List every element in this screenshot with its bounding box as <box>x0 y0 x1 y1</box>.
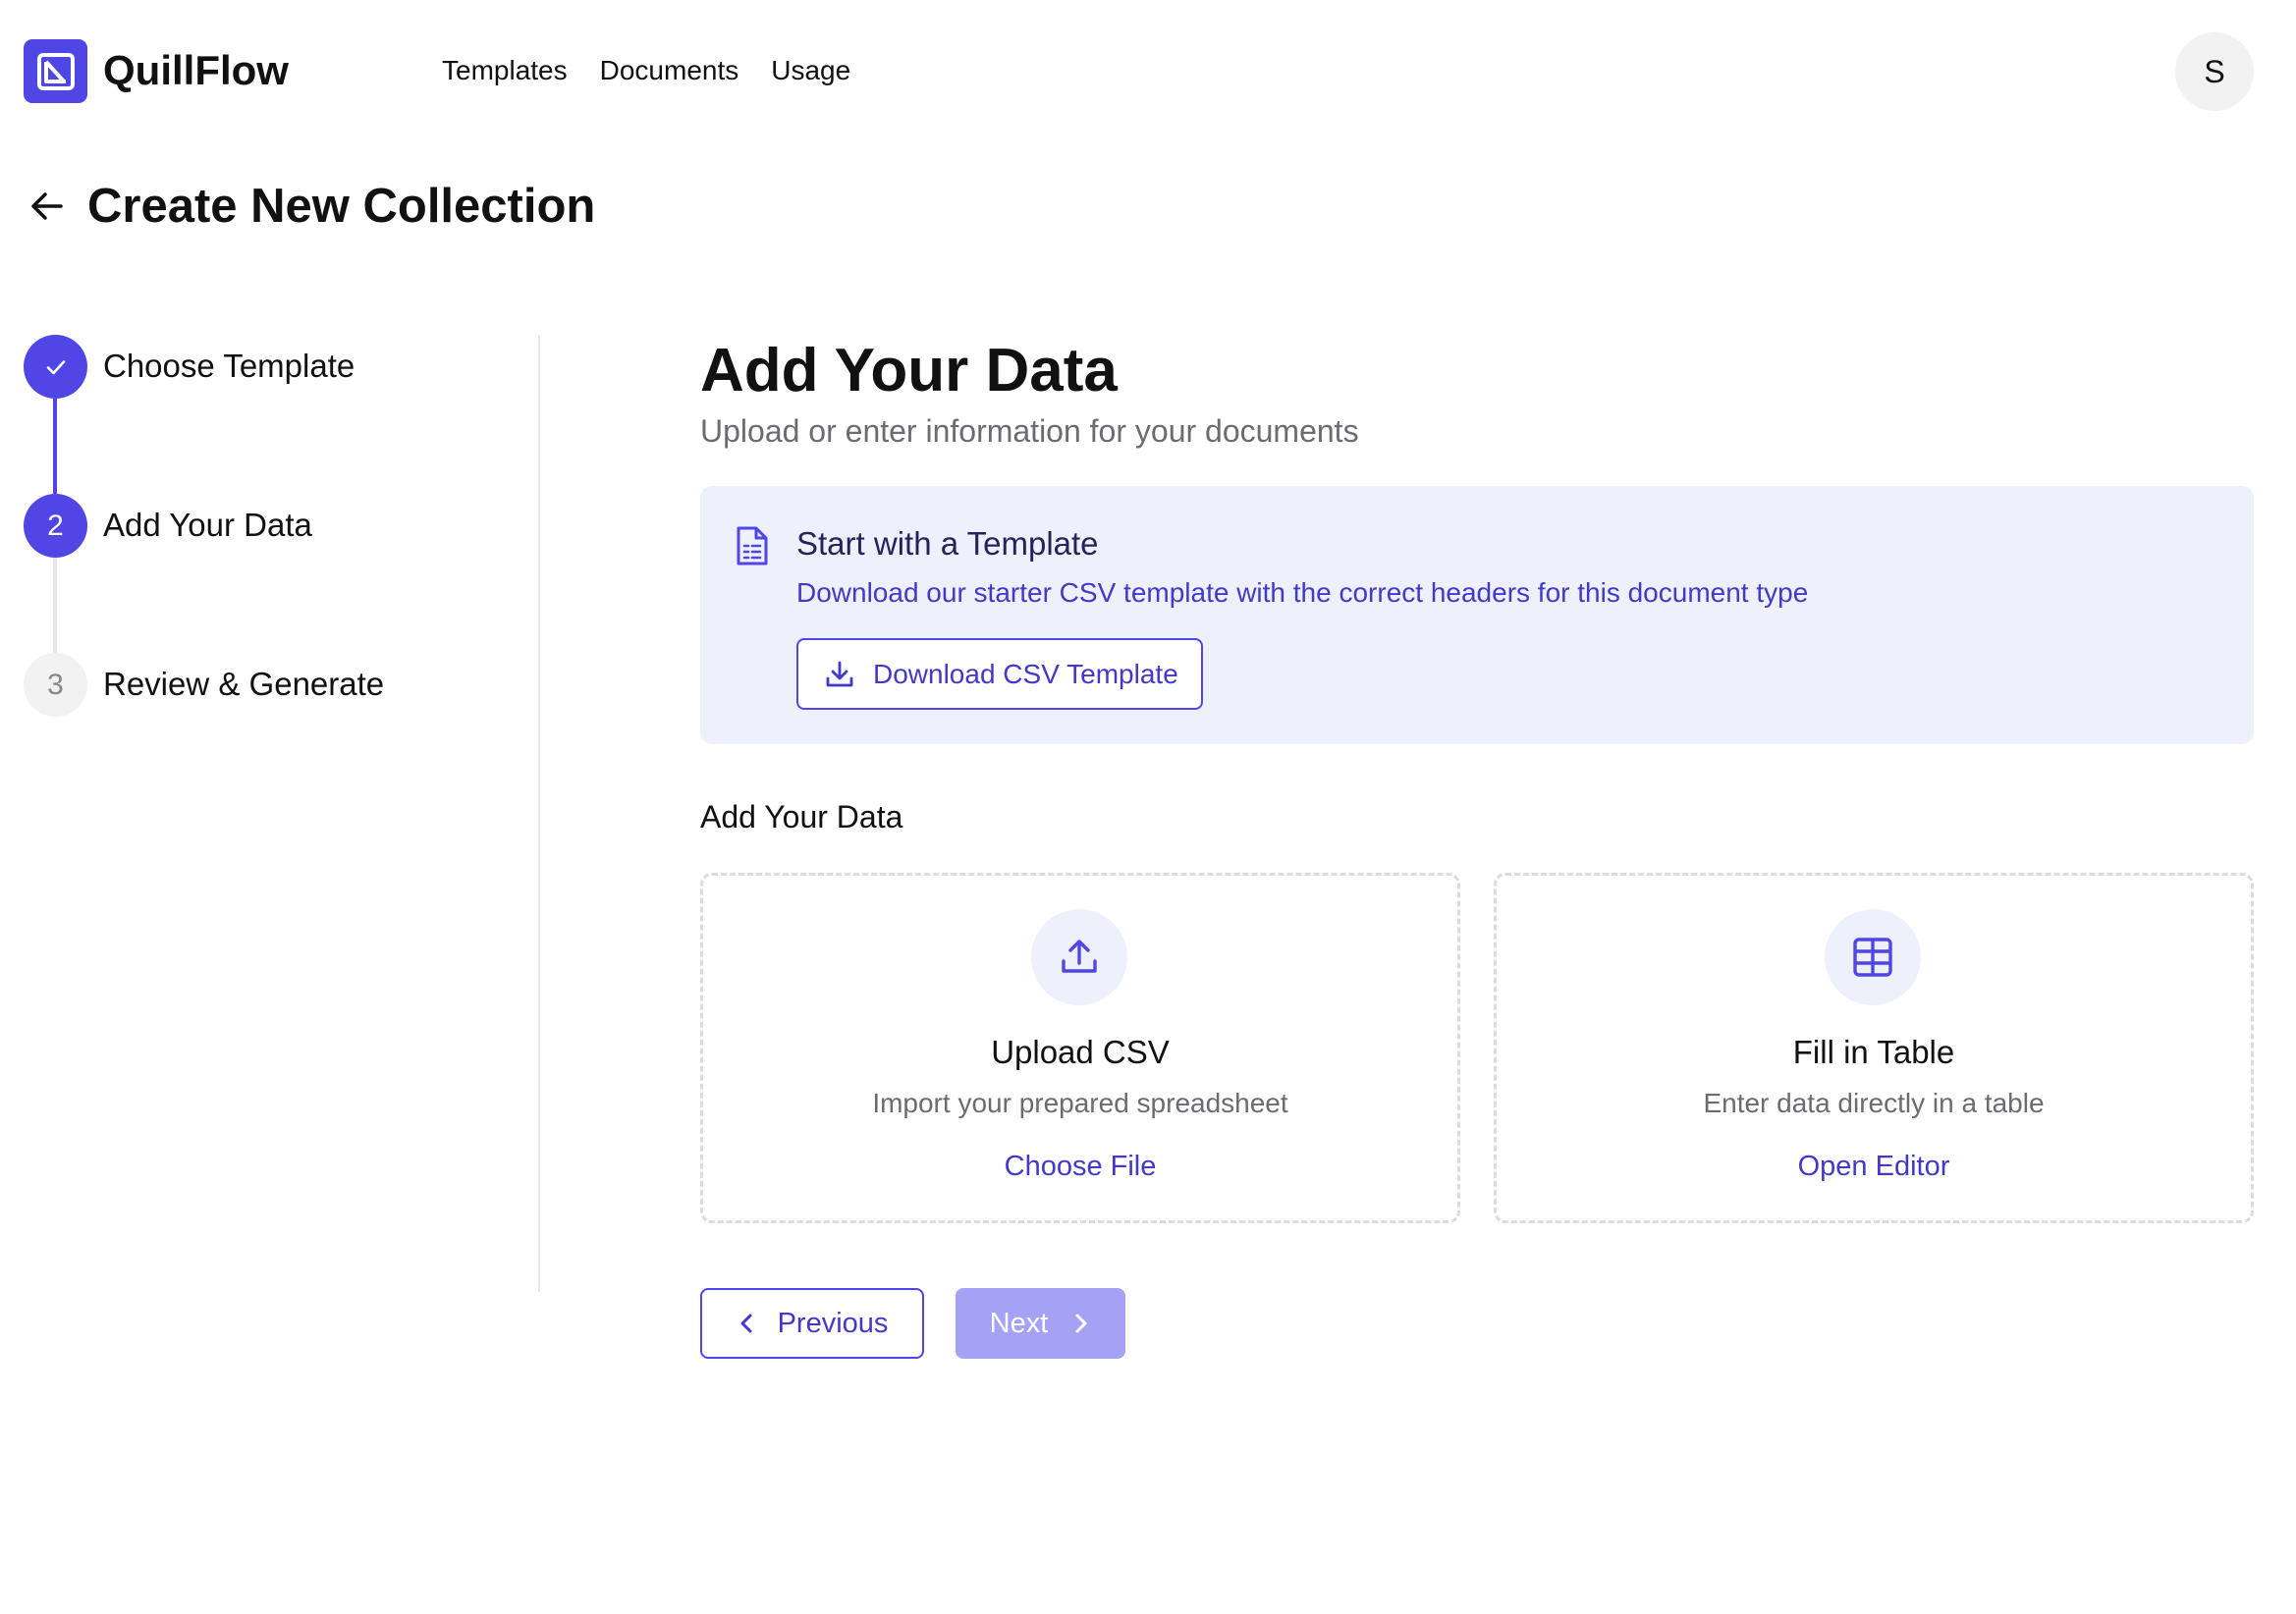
nav-documents[interactable]: Documents <box>600 51 739 90</box>
fill-in-table-title: Fill in Table <box>1792 1034 1955 1070</box>
step-3-indicator[interactable]: 3 <box>24 653 87 717</box>
upload-icon-badge <box>1031 909 1127 1005</box>
upload-csv-title: Upload CSV <box>991 1034 1170 1070</box>
data-options-label: Add Your Data <box>700 799 903 834</box>
top-nav: Templates Documents Usage <box>442 51 850 90</box>
next-label: Next <box>989 1308 1049 1339</box>
back-button[interactable] <box>26 185 69 228</box>
quill-logo-icon[interactable] <box>24 39 87 103</box>
upload-icon <box>1062 940 1097 973</box>
download-csv-template-label: Download CSV Template <box>873 658 1178 689</box>
step-connector-pending <box>53 558 57 653</box>
step-2-label[interactable]: Add Your Data <box>103 504 312 547</box>
previous-button[interactable]: Previous <box>700 1288 924 1359</box>
arrow-left-icon <box>31 192 63 220</box>
step-3-label[interactable]: Review & Generate <box>103 663 384 706</box>
step-2-indicator[interactable]: 2 <box>24 494 87 558</box>
template-card-title: Start with a Template <box>796 525 1099 562</box>
page-title: Create New Collection <box>87 180 596 233</box>
nav-usage[interactable]: Usage <box>771 51 850 90</box>
download-icon <box>826 661 853 686</box>
nav-templates[interactable]: Templates <box>442 51 568 90</box>
next-button[interactable]: Next <box>956 1288 1125 1359</box>
template-card-description: Download our starter CSV template with t… <box>796 577 1809 608</box>
previous-label: Previous <box>777 1308 889 1339</box>
avatar[interactable]: S <box>2175 32 2254 111</box>
download-csv-template-button[interactable]: Download CSV Template <box>796 638 1203 710</box>
upload-csv-description: Import your prepared spreadsheet <box>872 1088 1288 1118</box>
open-editor-link[interactable]: Open Editor <box>1497 1147 2251 1186</box>
document-icon <box>737 526 768 565</box>
step-1-label[interactable]: Choose Template <box>103 345 355 388</box>
section-subtitle: Upload or enter information for your doc… <box>700 413 1359 449</box>
choose-file-link[interactable]: Choose File <box>703 1147 1457 1186</box>
step-connector-completed <box>53 399 57 494</box>
upload-csv-card[interactable]: Upload CSV Import your prepared spreadsh… <box>700 873 1460 1223</box>
stepper-divider <box>538 335 540 1292</box>
table-icon-badge <box>1825 909 1921 1005</box>
section-title: Add Your Data <box>700 337 1118 404</box>
fill-in-table-description: Enter data directly in a table <box>1703 1088 2045 1118</box>
fill-in-table-card[interactable]: Fill in Table Enter data directly in a t… <box>1494 873 2254 1223</box>
table-icon <box>1853 938 1892 977</box>
logo-mark <box>36 52 75 90</box>
step-1-indicator[interactable] <box>24 335 87 399</box>
brand-name[interactable]: QuillFlow <box>103 45 289 96</box>
chevron-left-icon <box>740 1314 752 1333</box>
chevron-right-icon <box>1075 1314 1087 1333</box>
check-icon <box>46 359 65 374</box>
